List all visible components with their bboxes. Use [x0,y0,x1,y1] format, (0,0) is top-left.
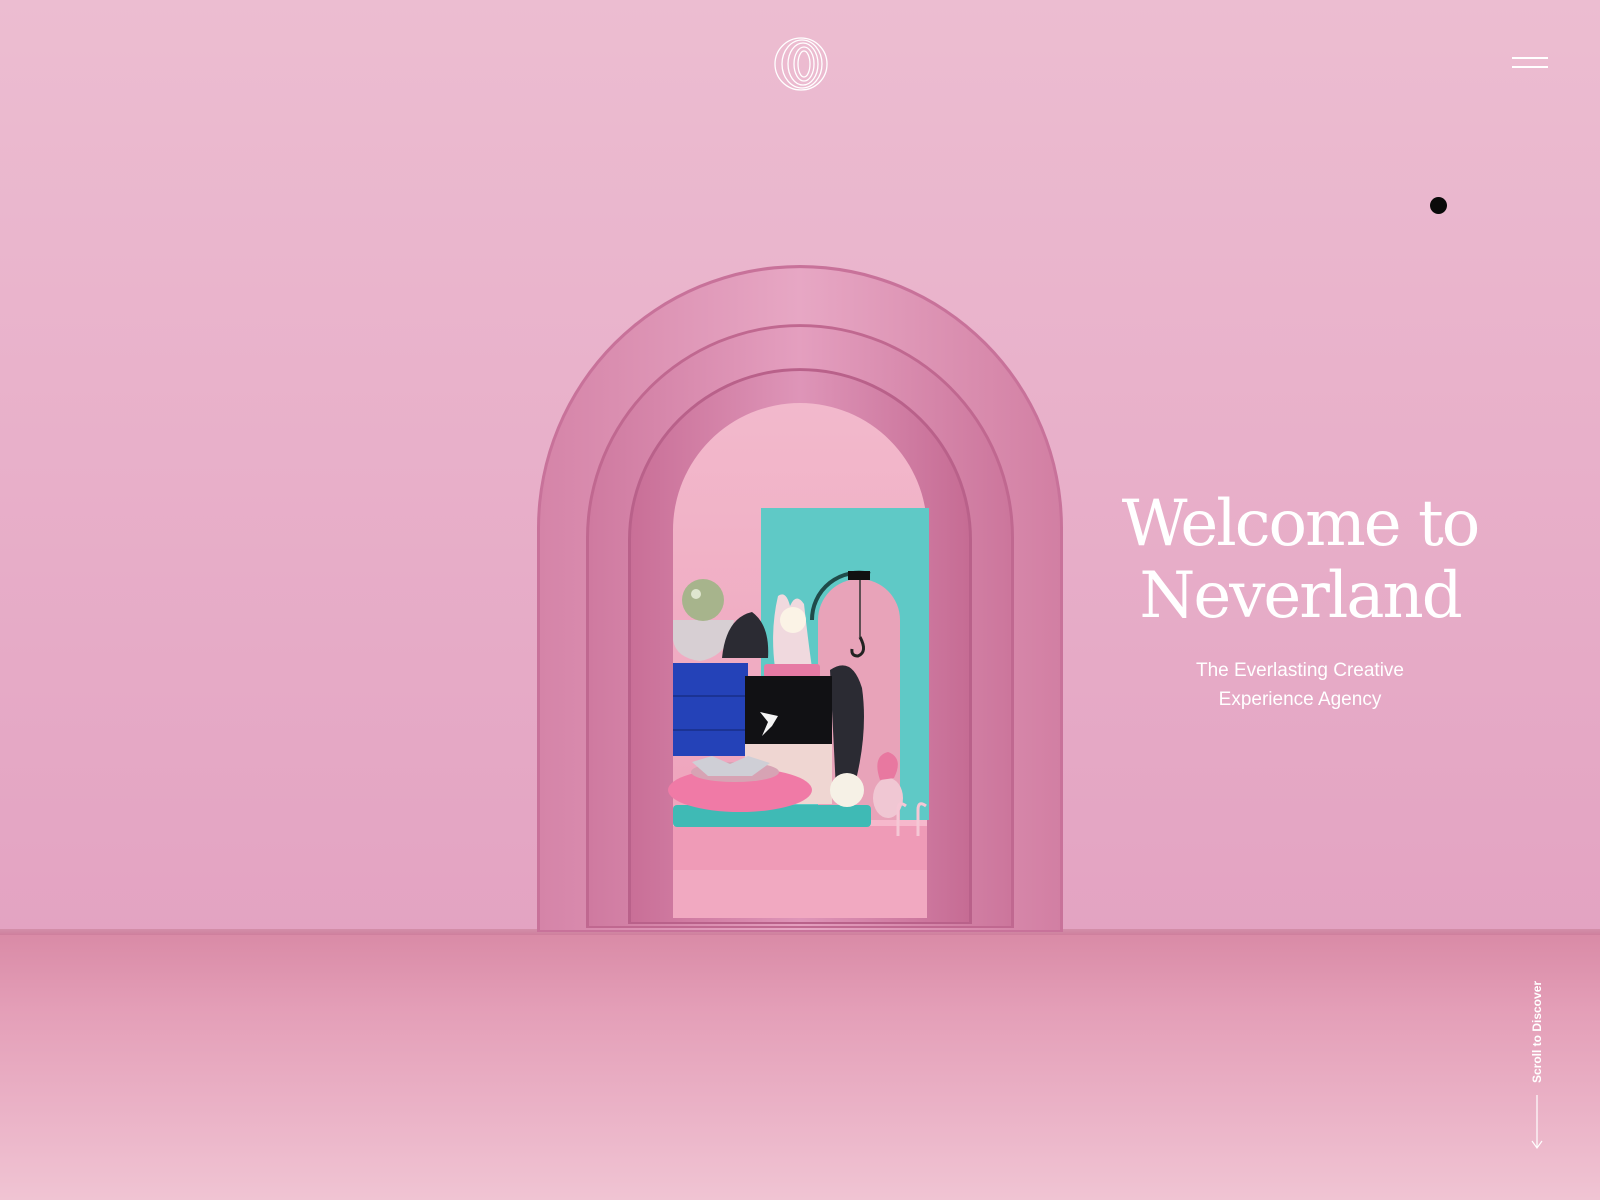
hero-title-line: Welcome to [1121,487,1480,561]
hero-subtitle-line: The Everlasting Creative [1195,660,1405,681]
spiral-logo-icon[interactable] [772,35,830,93]
scroll-to-discover-button[interactable]: Scroll to Discover [1522,965,1554,1150]
hero-subtitle-line: Experience Agency [1218,689,1382,710]
arrow-down-icon [1531,1095,1543,1150]
menu-line [1512,66,1548,68]
menu-line [1512,57,1548,59]
scroll-label: Scroll to Discover [1530,980,1544,1083]
hero-title-line: Neverland [1139,559,1462,633]
hero-title: Welcome to Neverland [1100,488,1500,632]
cursor-dot [1430,197,1447,214]
hero-subtitle: The Everlasting Creative Experience Agen… [1100,656,1500,714]
hamburger-menu-icon[interactable] [1510,54,1550,72]
